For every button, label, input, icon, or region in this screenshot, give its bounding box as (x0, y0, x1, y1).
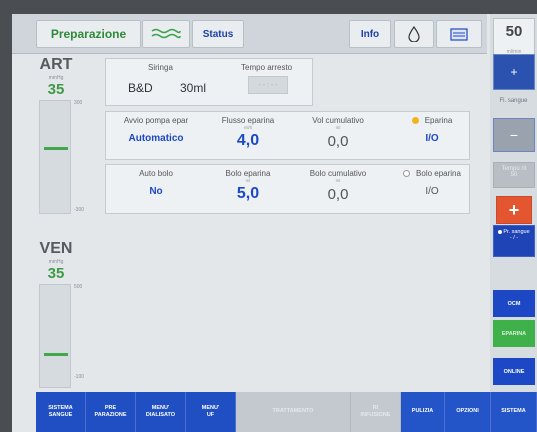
flusso-eparina-unit: ml/h (243, 125, 253, 130)
art-scale-top: 300 (74, 100, 83, 106)
tempo-arresto-label: Tempo arresto (241, 63, 293, 72)
eparina-cell[interactable]: Eparina I/O (396, 116, 468, 144)
menu-dialisato-button[interactable]: MENU' DIALISATO (136, 392, 186, 432)
folder-icon (450, 28, 468, 41)
tempo-arresto-field[interactable]: - - : - - (248, 76, 288, 94)
reinfusione-button[interactable]: RI INFUSIONE (351, 392, 401, 432)
bolo-eparina-cell[interactable]: Bolo eparina ml 5,0 (208, 169, 288, 203)
vol-cumulativo-cell: Vol cumulativo ml 0,0 (298, 116, 378, 150)
ven-pressure-column: VEN mmHg 35 500 -100 (36, 240, 84, 388)
right-panel: 50 ml/min + Fl. sangue − Tempo rit 50 + … (490, 14, 537, 432)
bolo-cumulativo-label: Bolo cumulativo (309, 169, 367, 178)
ven-pressure-bar (39, 284, 71, 388)
eparina-label: Eparina (424, 116, 453, 125)
tempo-rit-button[interactable]: Tempo rit 50 (493, 162, 535, 188)
opzioni-button[interactable]: OPZIONI (445, 392, 491, 432)
eparina-button[interactable]: EPARINA (493, 320, 535, 347)
bolo-eparina-label: Bolo eparina (225, 169, 271, 178)
top-bar: Preparazione Status Info (12, 14, 487, 54)
tab-drop[interactable] (394, 20, 434, 48)
art-marker (44, 147, 68, 150)
syringe-panel: Siringa B&D 30ml Tempo arresto - - : - - (105, 58, 313, 106)
drop-icon (408, 26, 420, 42)
art-label: ART (39, 56, 73, 73)
pulizia-button[interactable]: PULIZIA (401, 392, 445, 432)
online-button[interactable]: ONLINE (493, 358, 535, 385)
flusso-eparina-cell[interactable]: Flusso eparina ml/h 4,0 (208, 116, 288, 150)
bolo-eparina-toggle-value: I/O (425, 186, 439, 197)
art-value: 35 (47, 81, 65, 98)
ven-value: 35 (47, 265, 65, 282)
tab-status[interactable]: Status (192, 20, 244, 48)
flusso-eparina-label: Flusso eparina (221, 116, 275, 125)
bolo-eparina-value: 5,0 (236, 185, 260, 202)
auto-bolo-cell[interactable]: Auto bolo No (112, 169, 200, 197)
blood-flow-number: 50 (505, 23, 523, 40)
ven-scale-top: 500 (74, 284, 83, 290)
blood-flow-decrease-button[interactable]: − (493, 118, 535, 152)
avvio-pompa-value: Automatico (128, 133, 184, 144)
tempo-arresto-value: - - : - - (258, 82, 278, 89)
siringa-label: Siringa (148, 63, 173, 72)
avvio-pompa-cell[interactable]: Avvio pompa epar Automatico (112, 116, 200, 144)
bolo-eparina-unit: ml (245, 178, 251, 183)
pr-sangue-value: - / - (509, 235, 519, 241)
auto-bolo-label: Auto bolo (139, 169, 173, 178)
bolo-eparina-toggle-label: Bolo eparina (416, 169, 461, 178)
art-pressure-bar (39, 100, 71, 214)
tab-preparazione[interactable]: Preparazione (36, 20, 141, 48)
ven-label: VEN (39, 240, 73, 257)
trattamento-button[interactable]: TRATTAMENTO (236, 392, 351, 432)
heparin-panel: Avvio pompa epar Automatico Flusso epari… (105, 111, 470, 160)
auto-bolo-value: No (149, 186, 163, 197)
syringe-brand: B&D (128, 81, 153, 95)
blood-flow-label: Fl. sangue (499, 98, 528, 104)
menu-uf-button[interactable]: MENU' UF (186, 392, 236, 432)
emergency-plus-button[interactable]: + (496, 196, 532, 224)
bolo-indicator-icon (403, 170, 411, 178)
flusso-eparina-value: 4,0 (236, 132, 260, 149)
tab-info[interactable]: Info (349, 20, 391, 48)
tab-folder[interactable] (436, 20, 482, 48)
bolo-panel: Auto bolo No Bolo eparina ml 5,0 Bolo cu… (105, 164, 470, 214)
blood-flow-value: 50 ml/min (493, 18, 535, 58)
art-scale-bottom: -300 (74, 207, 85, 213)
preparazione-button[interactable]: PRE PARAZIONE (86, 392, 136, 432)
ven-marker (44, 353, 68, 356)
bolo-cumulativo-unit: ml (335, 178, 341, 183)
bolo-cumulativo-value: 0,0 (327, 186, 349, 203)
vol-cumulativo-unit: ml (335, 125, 341, 130)
blood-flow-increase-button[interactable]: + (493, 54, 535, 90)
wave-icon (151, 28, 181, 39)
avvio-pompa-label: Avvio pompa epar (123, 116, 189, 125)
tempo-rit-value: 50 (510, 172, 518, 178)
syringe-size: 30ml (180, 81, 207, 95)
sistema-sangue-button[interactable]: SISTEMA SANGUE (36, 392, 86, 432)
vol-cumulativo-label: Vol cumulativo (312, 116, 364, 125)
eparina-value: I/O (425, 133, 439, 144)
sistema-button[interactable]: SISTEMA (491, 392, 537, 432)
blood-pressure-button[interactable]: Pr. sangue - / - (493, 225, 535, 257)
art-pressure-column: ART mmHg 35 300 -300 (36, 56, 84, 216)
bolo-eparina-toggle-cell[interactable]: Bolo eparina I/O (396, 169, 468, 197)
screen: Preparazione Status Info 50 ml/min + Fl.… (12, 14, 537, 432)
ocm-button[interactable]: OCM (493, 290, 535, 317)
tab-wave[interactable] (142, 20, 190, 48)
vol-cumulativo-value: 0,0 (327, 133, 349, 150)
eparina-indicator-icon (411, 117, 419, 125)
bottom-bar: SISTEMA SANGUE PRE PARAZIONE MENU' DIALISAT… (36, 392, 537, 432)
ven-scale-bottom: -100 (74, 374, 85, 380)
bolo-cumulativo-cell: Bolo cumulativo ml 0,0 (298, 169, 378, 203)
pressure-indicator-icon (498, 229, 503, 234)
